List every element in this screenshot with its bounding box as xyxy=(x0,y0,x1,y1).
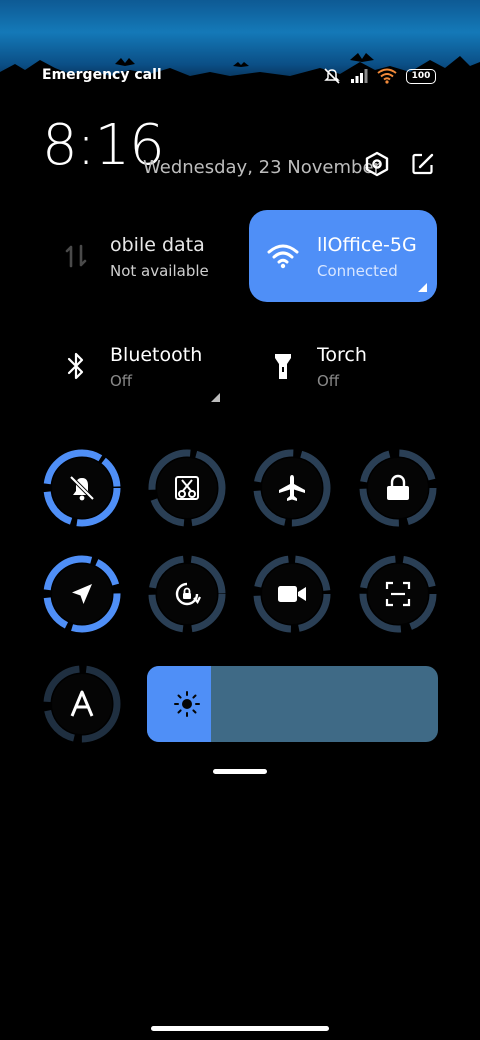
rotation-lock-toggle[interactable] xyxy=(147,554,227,634)
bell-off-icon xyxy=(69,475,95,501)
airplane-mode-toggle[interactable] xyxy=(252,448,332,528)
scissors-icon xyxy=(175,476,199,500)
airplane-icon xyxy=(279,475,305,501)
bluetooth-tile[interactable]: Bluetooth Off xyxy=(42,320,230,412)
video-camera-icon xyxy=(278,586,306,602)
status-bar: Emergency calls o 100 xyxy=(0,62,480,90)
brightness-sun-icon xyxy=(174,691,200,717)
rotation-lock-icon xyxy=(175,582,201,606)
location-toggle[interactable] xyxy=(42,554,122,634)
torch-title: Torch xyxy=(317,344,367,366)
wifi-tile[interactable]: llOffice-5G Connected xyxy=(249,210,437,302)
vibrate-off-icon xyxy=(324,68,340,84)
date-text: Wednesday, 23 November xyxy=(143,157,381,178)
location-arrow-icon xyxy=(72,584,92,604)
panel-drag-handle[interactable] xyxy=(213,769,267,774)
battery-icon: 100 xyxy=(406,68,436,84)
wifi-network-name: llOffice-5G xyxy=(317,234,417,256)
edit-button[interactable] xyxy=(409,150,437,178)
scanner-toggle[interactable] xyxy=(358,554,438,634)
settings-hexagon-icon xyxy=(365,151,389,177)
mobile-data-title: obile data xyxy=(110,234,205,256)
carrier-text: Emergency calls o xyxy=(42,67,162,83)
signal-icon xyxy=(351,69,368,83)
letter-a-icon xyxy=(70,690,94,717)
torch-icon xyxy=(267,350,299,382)
screenshot-toggle[interactable] xyxy=(147,448,227,528)
status-icons: 100 xyxy=(323,66,436,86)
home-gesture-bar[interactable] xyxy=(151,1026,329,1031)
wifi-expand-indicator[interactable] xyxy=(418,283,427,292)
lock-icon xyxy=(387,474,409,500)
torch-tile[interactable]: Torch Off xyxy=(249,320,437,412)
bluetooth-icon xyxy=(60,350,92,382)
wifi-icon xyxy=(267,240,299,272)
mobile-data-status: Not available xyxy=(110,262,209,280)
brightness-slider[interactable] xyxy=(147,666,438,742)
bluetooth-expand-indicator[interactable] xyxy=(211,393,220,402)
mobile-data-tile[interactable]: obile data Not available xyxy=(42,210,230,302)
mobile-data-icon xyxy=(60,240,92,272)
wifi-status-icon xyxy=(377,68,397,84)
lock-screen-toggle[interactable] xyxy=(358,448,438,528)
settings-button[interactable] xyxy=(363,150,391,178)
bluetooth-title: Bluetooth xyxy=(110,344,203,366)
wifi-status: Connected xyxy=(317,262,398,280)
edit-icon xyxy=(412,153,434,175)
scan-icon xyxy=(385,581,411,607)
battery-level: 100 xyxy=(411,71,431,81)
screen-recorder-toggle[interactable] xyxy=(252,554,332,634)
bluetooth-status: Off xyxy=(110,372,133,390)
torch-status: Off xyxy=(317,372,340,390)
silent-mode-toggle[interactable] xyxy=(42,448,122,528)
auto-brightness-toggle[interactable] xyxy=(42,664,122,744)
